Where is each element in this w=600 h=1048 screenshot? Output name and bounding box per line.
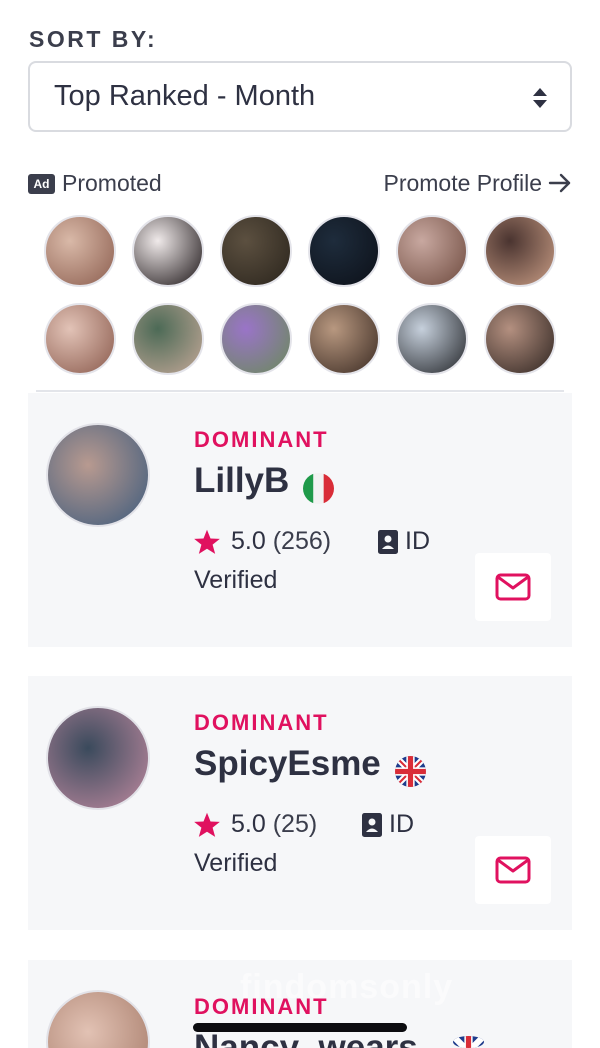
rating: 5.0 (256)	[231, 527, 331, 556]
star-icon	[194, 812, 220, 837]
watermark: findomsonly	[240, 968, 454, 1006]
review-count: (25)	[272, 810, 318, 838]
sort-label: SORT BY:	[29, 26, 158, 52]
category-label: DOMINANT	[194, 427, 329, 452]
profile-name[interactable]: SpicyEsme	[194, 744, 381, 784]
promoted-profile-thumbnail[interactable]	[44, 303, 116, 375]
listing-card[interactable]: DOMINANT LillyB 5.0 (256) ID Verified	[28, 393, 572, 647]
promoted-profile-thumbnail[interactable]	[484, 303, 556, 375]
profile-name[interactable]: LillyB	[194, 461, 289, 501]
id-card-icon	[378, 530, 398, 554]
verified-label: Verified	[194, 849, 278, 877]
home-indicator	[193, 1023, 407, 1032]
message-button[interactable]	[475, 836, 551, 904]
avatar[interactable]	[46, 706, 150, 810]
promoted-profile-thumbnail[interactable]	[308, 215, 380, 287]
promoted-profile-thumbnail[interactable]	[132, 303, 204, 375]
id-label: ID	[389, 810, 414, 838]
promoted-profile-thumbnail[interactable]	[132, 215, 204, 287]
italy-flag-icon	[303, 473, 334, 504]
id-card-icon	[362, 813, 382, 837]
rating-value: 5.0	[231, 527, 266, 555]
envelope-icon	[495, 856, 531, 884]
promoted-profile-thumbnail[interactable]	[220, 303, 292, 375]
listing-card[interactable]: DOMINANT SpicyEsme 5.0 (25) ID Verified	[28, 676, 572, 930]
promoted-profile-thumbnail[interactable]	[396, 215, 468, 287]
promoted-profile-thumbnail[interactable]	[308, 303, 380, 375]
review-count: (256)	[272, 527, 332, 555]
rating-value: 5.0	[231, 810, 266, 838]
verified-label: Verified	[194, 566, 278, 594]
id-label: ID	[405, 527, 430, 555]
promoted-profile-thumbnail[interactable]	[44, 215, 116, 287]
rating: 5.0 (25)	[231, 810, 317, 839]
uk-flag-icon	[395, 756, 426, 787]
sort-select[interactable]: Top Ranked - Month	[28, 61, 572, 132]
avatar[interactable]	[46, 423, 150, 527]
arrow-right-icon[interactable]	[548, 172, 572, 194]
category-label: DOMINANT	[194, 710, 329, 735]
divider	[36, 390, 564, 392]
uk-flag-icon	[453, 1036, 484, 1048]
star-icon	[194, 529, 220, 554]
promoted-header: Ad Promoted Promote Profile	[28, 168, 572, 200]
promoted-profile-thumbnail[interactable]	[484, 215, 556, 287]
promote-profile-link[interactable]: Promote Profile	[383, 170, 542, 197]
message-button[interactable]	[475, 553, 551, 621]
promoted-label: Promoted	[62, 170, 162, 196]
sort-arrows-icon	[533, 88, 547, 108]
promoted-profile-thumbnail[interactable]	[396, 303, 468, 375]
ad-badge: Ad	[28, 174, 55, 194]
sort-selected-value: Top Ranked - Month	[54, 80, 316, 112]
envelope-icon	[495, 573, 531, 601]
avatar[interactable]	[46, 990, 150, 1048]
promoted-profile-thumbnail[interactable]	[220, 215, 292, 287]
